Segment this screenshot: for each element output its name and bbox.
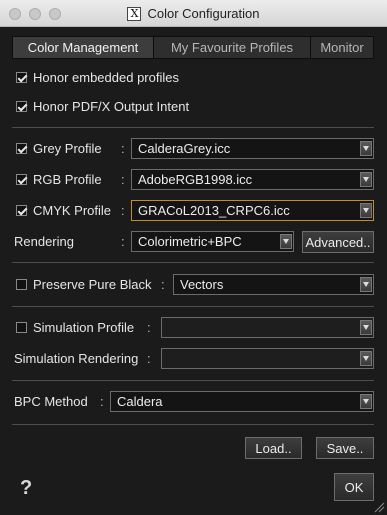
- simulation-rendering-select[interactable]: [161, 348, 374, 369]
- honor-pdfx-checkbox[interactable]: Honor PDF/X Output Intent: [16, 99, 189, 114]
- help-icon[interactable]: ?: [20, 477, 32, 500]
- dropdown-arrow-icon: [360, 172, 372, 187]
- rendering-value: Colorimetric+BPC: [138, 234, 242, 249]
- divider: [12, 306, 374, 307]
- dropdown-arrow-icon: [280, 234, 292, 249]
- rgb-profile-checkbox[interactable]: RGB Profile: [16, 172, 102, 187]
- cmyk-profile-checkbox[interactable]: CMYK Profile: [16, 203, 111, 218]
- title-bar: X Color Configuration: [0, 0, 387, 27]
- separator-colon: :: [100, 394, 104, 409]
- checkbox-box: [16, 205, 27, 216]
- dropdown-arrow-icon: [360, 320, 372, 335]
- separator-colon: :: [121, 141, 125, 156]
- dropdown-arrow-icon: [360, 203, 372, 218]
- separator-colon: :: [121, 172, 125, 187]
- honor-pdfx-label: Honor PDF/X Output Intent: [33, 99, 190, 114]
- tab-monitor[interactable]: Monitor: [311, 37, 373, 58]
- divider: [12, 424, 374, 425]
- load-button[interactable]: Load..: [245, 437, 302, 459]
- rgb-profile-value: AdobeRGB1998.icc: [138, 172, 253, 187]
- rgb-profile-select[interactable]: AdobeRGB1998.icc: [131, 169, 374, 190]
- x11-app-icon: X: [127, 6, 142, 21]
- checkbox-box: [16, 101, 27, 112]
- preserve-black-checkbox[interactable]: Preserve Pure Black: [16, 277, 152, 292]
- grey-profile-value: CalderaGrey.icc: [138, 141, 231, 156]
- checkbox-box: [16, 279, 27, 290]
- preserve-black-label: Preserve Pure Black: [33, 277, 152, 292]
- tab-color-management[interactable]: Color Management: [13, 37, 154, 58]
- separator-colon: :: [147, 351, 151, 366]
- dropdown-arrow-icon: [360, 141, 372, 156]
- simulation-rendering-label: Simulation Rendering: [14, 351, 139, 366]
- bpc-method-select[interactable]: Caldera: [110, 391, 374, 412]
- honor-embedded-checkbox[interactable]: Honor embedded profiles: [16, 70, 179, 85]
- tab-my-favourite-profiles[interactable]: My Favourite Profiles: [154, 37, 311, 58]
- advanced-button[interactable]: Advanced..: [302, 231, 374, 253]
- separator-colon: :: [121, 234, 125, 249]
- resize-grip-icon[interactable]: [373, 501, 385, 513]
- rendering-select[interactable]: Colorimetric+BPC: [131, 231, 294, 252]
- bpc-method-label: BPC Method: [14, 394, 88, 409]
- separator-colon: :: [147, 320, 151, 335]
- cmyk-profile-label: CMYK Profile: [33, 203, 112, 218]
- separator-colon: :: [121, 203, 125, 218]
- simulation-profile-select[interactable]: [161, 317, 374, 338]
- grey-profile-label: Grey Profile: [33, 141, 102, 156]
- save-button[interactable]: Save..: [316, 437, 374, 459]
- simulation-profile-label: Simulation Profile: [33, 320, 135, 335]
- simulation-profile-checkbox[interactable]: Simulation Profile: [16, 320, 134, 335]
- tab-bar: Color Management My Favourite Profiles M…: [12, 36, 374, 59]
- preserve-black-value: Vectors: [180, 277, 224, 292]
- dropdown-arrow-icon: [360, 351, 372, 366]
- divider: [12, 127, 374, 128]
- checkbox-box: [16, 322, 27, 333]
- dropdown-arrow-icon: [360, 277, 372, 292]
- checkbox-box: [16, 174, 27, 185]
- cmyk-profile-select[interactable]: GRACoL2013_CRPC6.icc: [131, 200, 374, 221]
- checkbox-box: [16, 72, 27, 83]
- grey-profile-checkbox[interactable]: Grey Profile: [16, 141, 102, 156]
- checkbox-box: [16, 143, 27, 154]
- rendering-label: Rendering: [14, 234, 74, 249]
- preserve-black-select[interactable]: Vectors: [173, 274, 374, 295]
- bpc-method-value: Caldera: [117, 394, 163, 409]
- divider: [12, 380, 374, 381]
- cmyk-profile-value: GRACoL2013_CRPC6.icc: [138, 203, 290, 218]
- rgb-profile-label: RGB Profile: [33, 172, 102, 187]
- divider: [12, 262, 374, 263]
- separator-colon: :: [161, 277, 165, 292]
- dropdown-arrow-icon: [360, 394, 372, 409]
- grey-profile-select[interactable]: CalderaGrey.icc: [131, 138, 374, 159]
- window-title: Color Configuration: [147, 6, 260, 21]
- honor-embedded-label: Honor embedded profiles: [33, 70, 179, 85]
- ok-button[interactable]: OK: [334, 473, 374, 501]
